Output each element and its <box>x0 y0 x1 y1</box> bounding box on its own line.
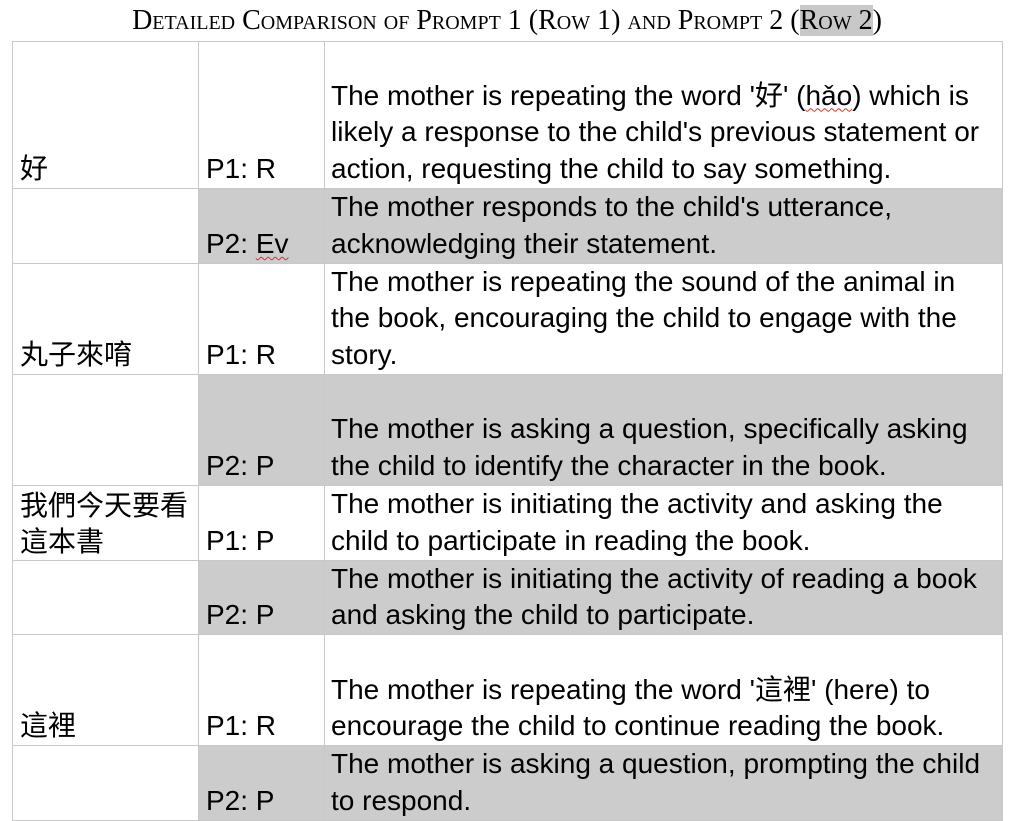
table-row: P2: P The mother is asking a question, p… <box>12 745 1003 821</box>
spellcheck-flagged-word: hǎo <box>805 79 853 111</box>
word-cell: 這裡 <box>12 634 199 747</box>
prompt2-description-cell: The mother is asking a question, prompti… <box>324 745 1003 821</box>
description-text: The mother is repeating the word '好' ( <box>331 79 806 111</box>
word-cell: 丸子來唷 <box>12 262 199 375</box>
prompt2-description-cell: The mother is initiating the activity of… <box>324 559 1003 636</box>
prompt2-code-cell: P2: Ev <box>198 188 325 264</box>
prompt1-description-cell: The mother is repeating the word '這裡' (h… <box>324 634 1003 747</box>
prompt2-description-cell: The mother is asking a question, specifi… <box>324 373 1003 486</box>
word-cell-empty <box>12 373 199 486</box>
prompt1-code-cell: P1: P <box>198 484 325 561</box>
prompt1-description-cell: The mother is repeating the word '好' (hǎ… <box>324 41 1003 189</box>
word-text: 我們今天要看這本書 <box>20 488 189 558</box>
prompt2-code-cell: P2: P <box>198 745 325 821</box>
word-cell-empty <box>12 745 199 821</box>
prompt2-code-cell: P2: P <box>198 373 325 486</box>
caption-highlight: Row 2 <box>799 5 873 36</box>
table-row: 丸子來唷 P1: R The mother is repeating the s… <box>12 262 1003 375</box>
table-row: 我們今天要看這本書 P1: P The mother is initiating… <box>12 484 1003 561</box>
code-prefix: P2: <box>206 227 256 259</box>
word-cell: 我們今天要看這本書 <box>12 484 199 561</box>
prompt1-code-cell: P1: R <box>198 634 325 747</box>
prompt1-code-cell: P1: R <box>198 41 325 189</box>
comparison-table: 好 P1: R The mother is repeating the word… <box>12 41 1003 821</box>
word-cell: 好 <box>12 41 199 189</box>
table-row: 好 P1: R The mother is repeating the word… <box>12 41 1003 189</box>
prompt1-description-cell: The mother is repeating the sound of the… <box>324 262 1003 375</box>
prompt1-code-cell: P1: R <box>198 262 325 375</box>
table-row: 這裡 P1: R The mother is repeating the wor… <box>12 634 1003 747</box>
table-row: P2: P The mother is initiating the activ… <box>12 559 1003 636</box>
spellcheck-flagged-word: Ev <box>255 227 289 259</box>
prompt2-description-cell: The mother responds to the child's utter… <box>324 188 1003 264</box>
word-cell-empty <box>12 559 199 636</box>
caption-suffix: ) <box>872 5 882 36</box>
word-cell-empty <box>12 188 199 264</box>
table-row: P2: P The mother is asking a question, s… <box>12 373 1003 486</box>
table-caption: Detailed Comparison of Prompt 1 (Row 1) … <box>0 4 1014 38</box>
prompt1-description-cell: The mother is initiating the activity an… <box>324 484 1003 561</box>
caption-text: Detailed Comparison of Prompt 1 (Row 1) … <box>132 5 800 36</box>
prompt2-code-cell: P2: P <box>198 559 325 636</box>
table-row: P2: Ev The mother responds to the child'… <box>12 188 1003 264</box>
